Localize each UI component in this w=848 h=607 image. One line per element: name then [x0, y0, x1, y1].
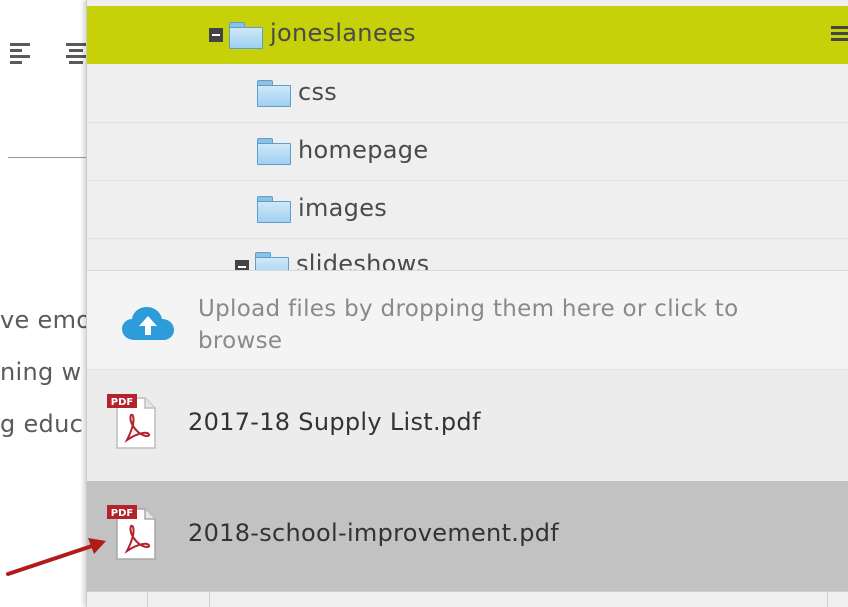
- folder-icon: [257, 80, 291, 107]
- folder-icon: [255, 252, 289, 270]
- folder-icon: [257, 196, 291, 223]
- align-center-icon[interactable]: [66, 42, 88, 64]
- collapse-icon[interactable]: [209, 28, 223, 42]
- panel-footer: [87, 591, 848, 607]
- folder-icon: [229, 22, 263, 49]
- cloud-upload-icon: [122, 307, 174, 340]
- expand-icon[interactable]: [235, 260, 249, 270]
- svg-text:PDF: PDF: [111, 508, 133, 519]
- folder-label: css: [298, 78, 338, 106]
- folder-label: slideshows: [296, 250, 430, 270]
- tree-item-slideshows[interactable]: slideshows: [87, 238, 848, 270]
- editor-background: ve emo ning w g educ: [0, 0, 100, 607]
- arrow-annotation: [6, 538, 106, 576]
- tree-item-css[interactable]: css: [87, 64, 848, 123]
- menu-icon[interactable]: [831, 26, 848, 42]
- editor-divider: [8, 157, 88, 158]
- tree-item-homepage[interactable]: homepage: [87, 122, 848, 181]
- svg-text:PDF: PDF: [111, 397, 133, 408]
- folder-label: homepage: [298, 136, 429, 164]
- file-name: 2018-school-improvement.pdf: [188, 519, 560, 547]
- folder-label: images: [298, 194, 388, 222]
- align-left-icon[interactable]: [10, 42, 32, 64]
- folder-icon: [257, 138, 291, 165]
- upload-dropzone[interactable]: Upload files by dropping them here or cl…: [87, 270, 848, 369]
- file-row[interactable]: PDF 2017-18 Supply List.pdf: [87, 369, 848, 482]
- tree-item-images[interactable]: images: [87, 180, 848, 239]
- file-name: 2017-18 Supply List.pdf: [188, 408, 481, 436]
- pdf-icon: PDF: [107, 394, 156, 449]
- upload-prompt: Upload files by dropping them here or cl…: [198, 296, 739, 354]
- pdf-icon: PDF: [107, 505, 156, 560]
- folder-label: joneslanees: [270, 19, 416, 47]
- file-browser-panel: joneslanees css homepage images slidesho…: [86, 0, 848, 607]
- editor-text-line: g educ: [0, 410, 84, 438]
- editor-text-line: ning w: [0, 358, 82, 386]
- file-row-highlighted[interactable]: PDF 2018-school-improvement.pdf: [87, 481, 848, 591]
- tree-item-joneslanees[interactable]: joneslanees: [87, 6, 848, 64]
- editor-text-line: ve emo: [0, 306, 92, 334]
